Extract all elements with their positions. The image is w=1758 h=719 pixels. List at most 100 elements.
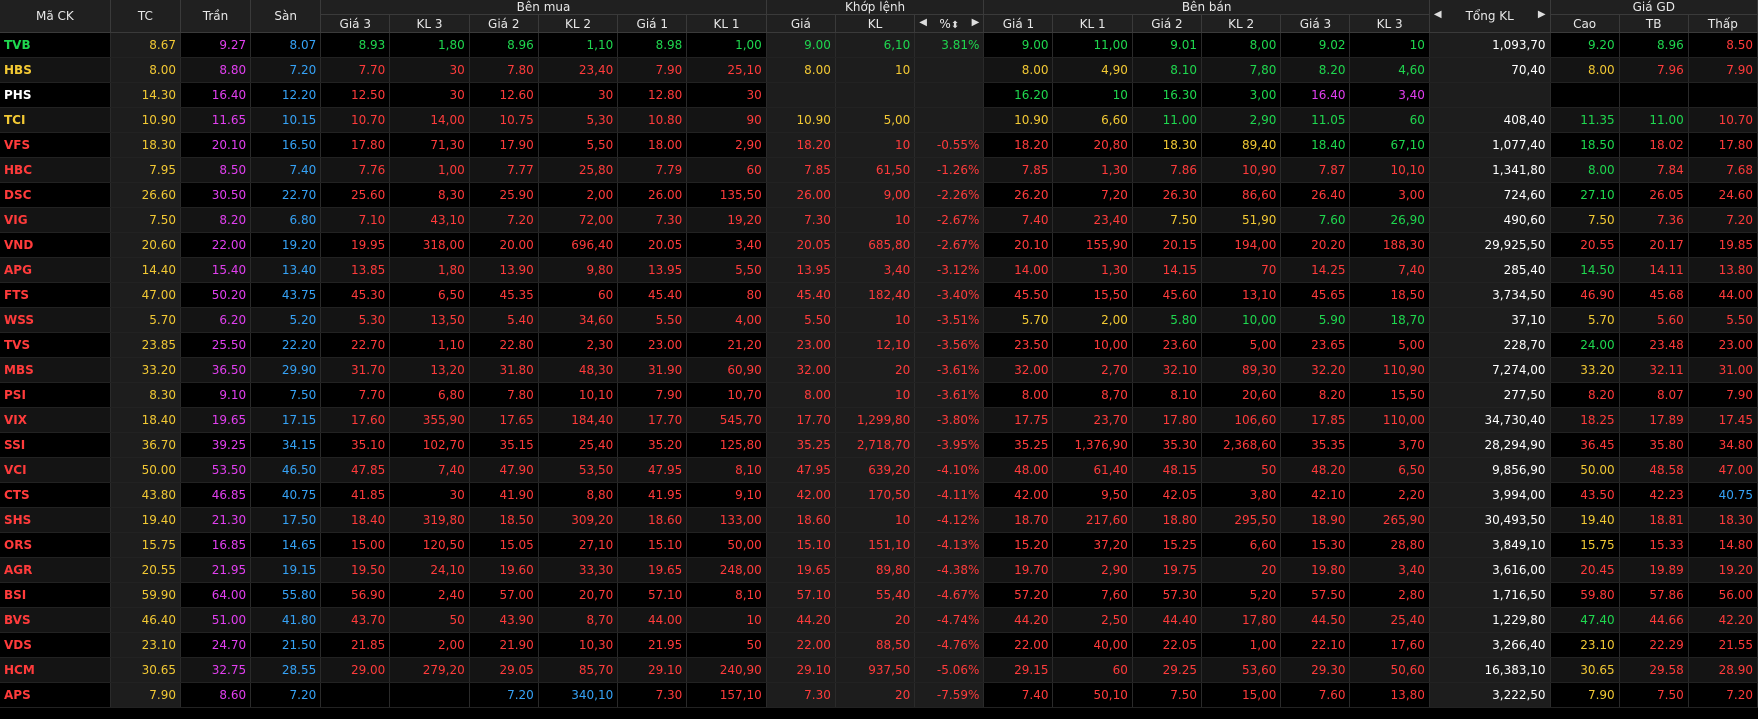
table-row[interactable]: WSS 5.70 6.20 5.20 5.30 13,50 5.40 34,60 5.50 4,0… (0, 307, 1758, 333)
table-row[interactable]: VDS 23.10 24.70 21.50 21.85 2,00 21.90 10,30 21.… (0, 632, 1758, 658)
header-sell-2[interactable]: KL 1 (1052, 14, 1133, 33)
table-row[interactable]: SSI 36.70 39.25 34.15 35.10 102,70 35.15 25,40 3… (0, 432, 1758, 458)
table-row[interactable]: VIX 18.40 19.65 17.15 17.60 355,90 17.65 184,40… (0, 407, 1758, 433)
header-pct-label[interactable]: % (939, 17, 950, 31)
symbol-cell[interactable]: SSI (0, 432, 111, 458)
table-row[interactable]: HBC 7.95 8.50 7.40 7.76 1,00 7.77 25,80 7.79 60 7.… (0, 157, 1758, 183)
match-vol-cell: 639,20 (835, 457, 916, 483)
header-buy-6[interactable]: KL 1 (686, 14, 767, 33)
symbol-cell[interactable]: MBS (0, 357, 111, 383)
symbol-cell[interactable]: BVS (0, 607, 111, 633)
floor-price-cell: 16.50 (250, 132, 322, 158)
symbol-cell[interactable]: TVB (0, 32, 111, 58)
table-row[interactable]: TVS 23.85 25.50 22.20 22.70 1,10 22.80 2,30 23.0… (0, 332, 1758, 358)
symbol-cell[interactable]: APG (0, 257, 111, 283)
table-row[interactable]: APS 7.90 8.60 7.20 7.20 340,10 7.30 157,10 7.30 2… (0, 682, 1758, 708)
header-sell-4[interactable]: KL 2 (1201, 14, 1282, 33)
sell-price-3-cell: 57.50 (1280, 582, 1351, 608)
table-row[interactable]: VIG 7.50 8.20 6.80 7.10 43,10 7.20 72,00 7.30 19,… (0, 207, 1758, 233)
header-sell-6[interactable]: KL 3 (1349, 14, 1430, 33)
table-row[interactable]: HBS 8.00 8.80 7.20 7.70 30 7.80 23,40 7.90 25,10 8… (0, 57, 1758, 83)
symbol-cell[interactable]: SHS (0, 507, 111, 533)
symbol-cell[interactable]: HBS (0, 57, 111, 83)
symbol-cell[interactable]: WSS (0, 307, 111, 333)
symbol-cell[interactable]: BSI (0, 582, 111, 608)
header-sell-3[interactable]: Giá 2 (1132, 14, 1202, 33)
symbol-cell[interactable]: APS (0, 682, 111, 708)
sell-vol-3-cell: 15,50 (1349, 382, 1430, 408)
header-ref[interactable]: TC (110, 0, 181, 33)
caret-right-icon[interactable]: ▶ (1538, 9, 1546, 20)
sell-price-2-cell: 16.30 (1132, 82, 1202, 108)
caret-left-icon[interactable]: ◀ (1434, 9, 1442, 20)
table-row[interactable]: APG 14.40 15.40 13.40 13.85 1,80 13.90 9,80 13.9… (0, 257, 1758, 283)
symbol-cell[interactable]: HBC (0, 157, 111, 183)
table-row[interactable]: BVS 46.40 51.00 41.80 43.70 50 43.90 8,70 44.00 1… (0, 607, 1758, 633)
table-row[interactable]: MBS 33.20 36.50 29.90 31.70 13,20 31.80 48,30 31… (0, 357, 1758, 383)
header-symbol[interactable]: Mã CK (0, 0, 111, 33)
ceil-price-cell: 19.65 (180, 407, 252, 433)
total-vol-cell: 30,493,50 (1429, 507, 1551, 533)
header-gd-2[interactable]: TB (1619, 14, 1689, 33)
symbol-cell[interactable]: HCM (0, 657, 111, 683)
header-sell-5[interactable]: Giá 3 (1280, 14, 1351, 33)
symbol-cell[interactable]: ORS (0, 532, 111, 558)
sell-vol-2-cell: 5,00 (1201, 332, 1282, 358)
buy-price-1-cell: 57.10 (617, 582, 688, 608)
symbol-cell[interactable]: PHS (0, 82, 111, 108)
header-total-label[interactable]: Tổng KL (1466, 9, 1514, 23)
caret-left-icon[interactable]: ◀ (919, 17, 927, 28)
match-pct-cell: -3.51% (914, 307, 985, 333)
header-ceil[interactable]: Trần (180, 0, 252, 33)
header-floor[interactable]: Sàn (250, 0, 322, 33)
table-row[interactable]: TVB 8.67 9.27 8.07 8.93 1,80 8.96 1,10 8.98 1,00 9… (0, 32, 1758, 58)
table-row[interactable]: VCI 50.00 53.50 46.50 47.85 7,40 47.90 53,50 47.… (0, 457, 1758, 483)
symbol-cell[interactable]: AGR (0, 557, 111, 583)
table-row[interactable]: ORS 15.75 16.85 14.65 15.00 120,50 15.05 27,10 1… (0, 532, 1758, 558)
sort-icon[interactable]: ⬍ (951, 20, 959, 31)
symbol-cell[interactable]: VIX (0, 407, 111, 433)
table-row[interactable]: VFS 18.30 20.10 16.50 17.80 71,30 17.90 5,50 18.… (0, 132, 1758, 158)
table-row[interactable]: PHS 14.30 16.40 12.20 12.50 30 12.60 30 12.80 30 1… (0, 82, 1758, 108)
match-price-cell: 9.00 (766, 32, 836, 58)
caret-right-icon[interactable]: ▶ (972, 17, 980, 28)
header-buy-5[interactable]: Giá 1 (617, 14, 688, 33)
table-row[interactable]: VND 20.60 22.00 19.20 19.95 318,00 20.00 696,40… (0, 232, 1758, 258)
sell-vol-2-cell: 53,60 (1201, 657, 1282, 683)
header-buy-2[interactable]: KL 3 (389, 14, 470, 33)
table-row[interactable]: DSC 26.60 30.50 22.70 25.60 8,30 25.90 2,00 26.0… (0, 182, 1758, 208)
header-gd-1[interactable]: Cao (1550, 14, 1620, 33)
symbol-cell[interactable]: DSC (0, 182, 111, 208)
header-buy-4[interactable]: KL 2 (538, 14, 619, 33)
table-row[interactable]: TCI 10.90 11.65 10.15 10.70 14,00 10.75 5,30 10.… (0, 107, 1758, 133)
symbol-cell[interactable]: PSI (0, 382, 111, 408)
buy-price-2-cell: 8.96 (469, 32, 539, 58)
symbol-cell[interactable]: VFS (0, 132, 111, 158)
header-match-pct[interactable]: ◀ %⬍ ▶ (914, 14, 985, 33)
table-row[interactable]: PSI 8.30 9.10 7.50 7.70 6,80 7.80 10,10 7.90 10,7… (0, 382, 1758, 408)
table-row[interactable]: CTS 43.80 46.85 40.75 41.85 30 41.90 8,80 41.95 9… (0, 482, 1758, 508)
header-buy-1[interactable]: Giá 3 (320, 14, 391, 33)
symbol-cell[interactable]: VIG (0, 207, 111, 233)
table-row[interactable]: HCM 30.65 32.75 28.55 29.00 279,20 29.05 85,70 2… (0, 657, 1758, 683)
table-row[interactable]: AGR 20.55 21.95 19.15 19.50 24,10 19.60 33,30 19… (0, 557, 1758, 583)
high-price-cell (1550, 82, 1620, 108)
floor-price-cell: 6.80 (250, 207, 322, 233)
header-sell-1[interactable]: Giá 1 (983, 14, 1054, 33)
symbol-cell[interactable]: FTS (0, 282, 111, 308)
header-match-1[interactable]: Giá (766, 14, 836, 33)
floor-price-cell: 10.15 (250, 107, 322, 133)
table-row[interactable]: FTS 47.00 50.20 43.75 45.30 6,50 45.35 60 45.40 8… (0, 282, 1758, 308)
symbol-cell[interactable]: VCI (0, 457, 111, 483)
header-gd-3[interactable]: Thấp (1688, 14, 1758, 33)
header-buy-3[interactable]: Giá 2 (469, 14, 539, 33)
table-row[interactable]: SHS 19.40 21.30 17.50 18.40 319,80 18.50 309,20… (0, 507, 1758, 533)
match-vol-cell: 20 (835, 682, 916, 708)
header-match-2[interactable]: KL (835, 14, 916, 33)
symbol-cell[interactable]: CTS (0, 482, 111, 508)
symbol-cell[interactable]: VND (0, 232, 111, 258)
table-row[interactable]: BSI 59.90 64.00 55.80 56.90 2,40 57.00 20,70 57.… (0, 582, 1758, 608)
symbol-cell[interactable]: TVS (0, 332, 111, 358)
symbol-cell[interactable]: TCI (0, 107, 111, 133)
symbol-cell[interactable]: VDS (0, 632, 111, 658)
